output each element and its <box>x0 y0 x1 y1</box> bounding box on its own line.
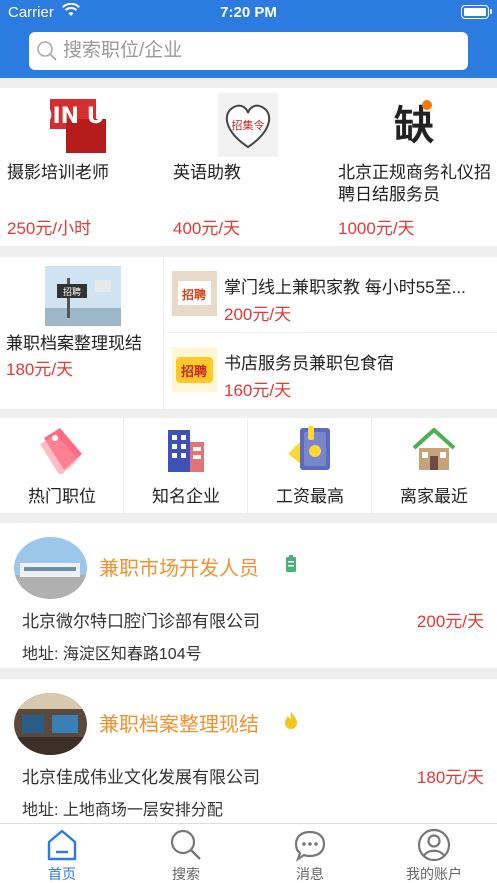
status-bar: Carrier 7:20 PM <box>0 0 497 26</box>
header-bar: Carrier 7:20 PM <box>0 0 497 78</box>
secondary-job-thumb-text: 招聘 <box>181 364 207 380</box>
secondary-job-price: 160元/天 <box>224 381 292 400</box>
category-label: 工资最高 <box>276 487 344 506</box>
home-icon <box>45 828 79 862</box>
secondary-job-card[interactable]: 招聘 书店服务员兼职包食宿 160元/天 <box>166 333 497 408</box>
battery-icon <box>461 5 492 19</box>
company-avatar <box>14 693 87 755</box>
company-avatar <box>14 537 87 599</box>
category-grid: 热门职位 知名企业 工资最高 离家最近 <box>0 418 497 513</box>
featured-job-thumb-text: 招集令 <box>232 118 265 132</box>
message-icon <box>293 828 327 862</box>
featured-job-thumbnail: 招集令 <box>218 93 278 157</box>
tab-label: 首页 <box>48 866 76 882</box>
secondary-job-thumb-text: 招聘 <box>63 286 81 298</box>
secondary-job-card[interactable]: 招聘 兼职档案整理现结 180元/天 <box>0 257 164 409</box>
job-address: 地址: 上地商场一层安排分配 <box>22 802 223 819</box>
tab-bar: 首页 搜索 消息 我的账户 <box>0 823 497 883</box>
featured-job-title: 摄影培训老师 <box>7 163 109 182</box>
secondary-job-title: 兼职档案整理现结 <box>6 334 142 353</box>
secondary-job-title: 书店服务员兼职包食宿 <box>224 354 394 373</box>
featured-job-title: 北京正规商务礼仪招聘日结服务员 <box>338 163 491 204</box>
job-title: 兼职市场开发人员 <box>99 558 259 580</box>
account-icon <box>417 828 451 862</box>
job-address: 地址: 海淀区知春路104号 <box>22 646 202 663</box>
category-famous-companies[interactable]: 知名企业 <box>124 418 248 513</box>
secondary-job-card[interactable]: 招聘 掌门线上兼职家教 每小时55至... 200元/天 <box>166 257 497 332</box>
tag-icon <box>38 424 86 476</box>
featured-job-card[interactable]: JOIN US 摄影培训老师 250元/小时 <box>0 88 166 246</box>
search-box[interactable] <box>29 32 468 70</box>
status-time: 7:20 PM <box>220 4 277 21</box>
tab-home[interactable]: 首页 <box>0 824 124 883</box>
category-label: 离家最近 <box>400 487 468 506</box>
featured-job-thumb-text: 缺 <box>394 103 434 149</box>
company-name: 北京微尔特口腔门诊部有限公司 <box>22 612 260 631</box>
featured-job-thumbnail: 缺 <box>389 93 439 157</box>
tab-messages[interactable]: 消息 <box>248 824 372 883</box>
featured-job-thumbnail: JOIN US <box>24 93 120 157</box>
tab-label: 我的账户 <box>406 866 462 882</box>
featured-job-thumb-text: JOIN US <box>46 104 116 129</box>
secondary-job-thumb-text: 招聘 <box>182 287 206 302</box>
category-hot-jobs[interactable]: 热门职位 <box>0 418 124 513</box>
category-highest-salary[interactable]: 工资最高 <box>248 418 372 513</box>
battery-badge-icon <box>282 554 300 574</box>
secondary-jobs: 招聘 兼职档案整理现结 180元/天 招聘 掌门线上兼职家教 每小时55至...… <box>0 257 497 409</box>
secondary-job-thumbnail: 招聘 <box>45 266 121 326</box>
category-label: 知名企业 <box>152 487 220 506</box>
flame-badge-icon <box>282 710 300 730</box>
category-label: 热门职位 <box>28 487 96 506</box>
building-icon <box>162 424 210 474</box>
category-nearest-home[interactable]: 离家最近 <box>372 418 496 513</box>
job-title: 兼职档案整理现结 <box>99 714 259 736</box>
job-list-item[interactable]: 兼职市场开发人员 北京微尔特口腔门诊部有限公司 200元/天 地址: 海淀区知春… <box>0 523 497 668</box>
featured-job-price: 400元/天 <box>173 219 241 238</box>
secondary-job-price: 200元/天 <box>224 305 292 324</box>
job-salary: 180元/天 <box>416 768 484 787</box>
house-icon <box>410 424 458 474</box>
featured-job-title: 英语助教 <box>173 163 241 182</box>
featured-job-card[interactable]: 招集令 英语助教 400元/天 <box>166 88 332 246</box>
secondary-job-thumbnail: 招聘 <box>172 271 217 316</box>
tab-account[interactable]: 我的账户 <box>372 824 496 883</box>
tab-label: 搜索 <box>172 866 200 882</box>
wallet-icon <box>286 424 334 474</box>
featured-job-card[interactable]: 缺 北京正规商务礼仪招聘日结服务员 1000元/天 <box>331 88 497 246</box>
secondary-job-thumbnail: 招聘 <box>172 347 217 392</box>
job-list-item[interactable]: 兼职档案整理现结 北京佳成伟业文化发展有限公司 180元/天 地址: 上地商场一… <box>0 679 497 824</box>
job-salary: 200元/天 <box>416 612 484 631</box>
search-icon <box>36 40 58 67</box>
tab-label: 消息 <box>296 866 324 882</box>
search-icon <box>169 828 203 862</box>
featured-job-price: 250元/小时 <box>7 219 92 238</box>
secondary-job-price: 180元/天 <box>6 360 74 379</box>
company-name: 北京佳成伟业文化发展有限公司 <box>22 768 260 787</box>
tab-search[interactable]: 搜索 <box>124 824 248 883</box>
secondary-job-title: 掌门线上兼职家教 每小时55至... <box>224 278 466 297</box>
featured-jobs: JOIN US 摄影培训老师 250元/小时 招集令 英语助教 400元/天 缺… <box>0 88 497 246</box>
featured-job-price: 1000元/天 <box>338 219 415 238</box>
search-input[interactable] <box>63 37 453 65</box>
